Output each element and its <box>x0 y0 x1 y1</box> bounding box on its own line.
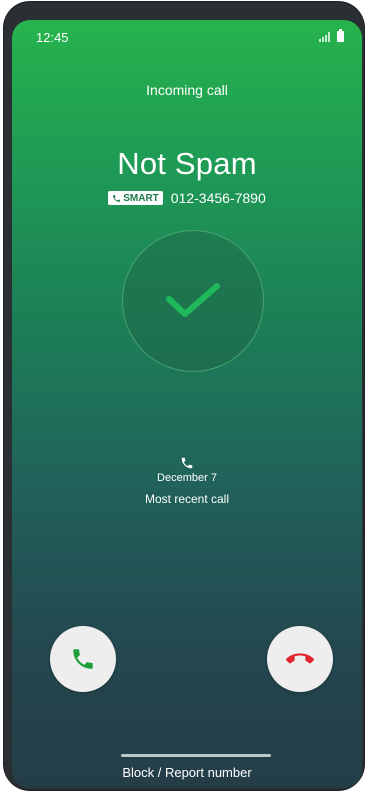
phone-answer-icon <box>73 649 93 669</box>
swipe-handle[interactable] <box>121 754 271 757</box>
status-icons <box>319 29 344 42</box>
block-report-button[interactable]: Block / Report number <box>12 765 362 780</box>
status-time: 12:45 <box>36 30 69 45</box>
verified-badge <box>122 230 264 372</box>
recent-call-date: December 7 <box>157 472 217 484</box>
phone-number: 012-3456-7890 <box>170 190 266 206</box>
smart-badge-label: SMART <box>123 192 159 204</box>
caller-meta: SMART 012-3456-7890 <box>12 190 362 206</box>
caller-name: Not Spam <box>117 146 257 181</box>
incoming-call-label: Incoming call <box>146 82 228 98</box>
recent-call-label: Most recent call <box>144 492 230 506</box>
phone-icon <box>181 457 193 469</box>
incoming-call-screen: 12:45 Incoming call Not Spam SMART 012-3… <box>12 20 362 788</box>
recent-call-info: December 7 Most recent call <box>12 456 362 506</box>
smart-badge: SMART <box>108 191 163 205</box>
signal-icon <box>319 32 333 42</box>
phone-decline-icon <box>286 653 314 664</box>
status-bar: 12:45 <box>12 20 362 46</box>
phone-frame: 12:45 Incoming call Not Spam SMART 012-3… <box>4 2 364 790</box>
phone-icon <box>113 194 121 202</box>
decline-call-button[interactable] <box>267 626 333 692</box>
battery-icon <box>337 29 344 42</box>
answer-call-button[interactable] <box>50 626 116 692</box>
check-icon <box>166 283 220 317</box>
